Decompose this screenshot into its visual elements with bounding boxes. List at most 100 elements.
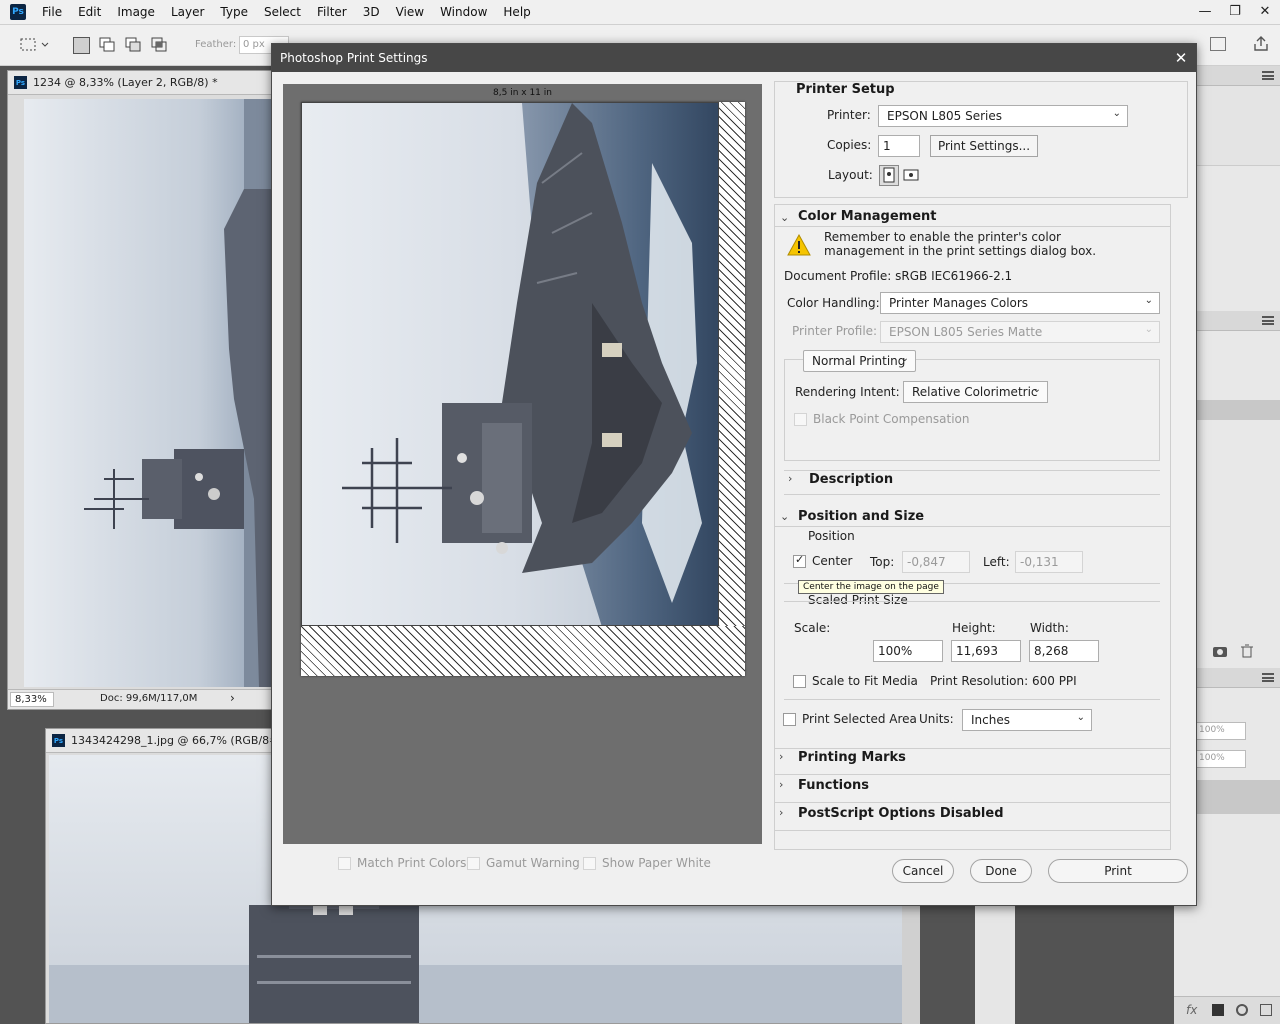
postscript-heading[interactable]: PostScript Options Disabled [798, 806, 1004, 821]
normal-printing-select[interactable]: Normal Printing ⌄ [803, 350, 916, 372]
close-icon[interactable]: ✕ [1174, 44, 1188, 72]
marquee-tool-icon[interactable] [20, 37, 49, 53]
printer-profile-select[interactable]: EPSON L805 Series Matte ⌄ [880, 321, 1160, 343]
show-paper-white-option[interactable]: Show Paper White [583, 856, 711, 870]
feather-label: Feather: [195, 39, 237, 50]
color-management-heading[interactable]: Color Management [798, 209, 937, 224]
print-button[interactable]: Print [1048, 859, 1188, 883]
print-settings-button[interactable]: Print Settings... [930, 135, 1038, 157]
chevron-right-icon[interactable]: › [788, 472, 792, 485]
opacity-field[interactable]: 100% [1196, 722, 1246, 740]
close-app-icon[interactable]: ✕ [1250, 0, 1280, 22]
match-print-colors-option[interactable]: Match Print Colors [338, 856, 466, 870]
portrait-layout-icon[interactable] [879, 165, 899, 186]
menu-layer[interactable]: Layer [163, 0, 212, 24]
copies-input[interactable]: 1 [878, 135, 920, 157]
rendering-intent-value: Relative Colorimetric [912, 385, 1038, 399]
preview-image[interactable] [301, 102, 719, 626]
scale-input[interactable]: 100% [873, 640, 943, 662]
document-tab[interactable]: Ps 1234 @ 8,33% (Layer 2, RGB/8) * [8, 71, 272, 95]
printing-marks-heading[interactable]: Printing Marks [798, 750, 906, 765]
menu-view[interactable]: View [388, 0, 432, 24]
done-button[interactable]: Done [970, 859, 1032, 883]
rendering-intent-select[interactable]: Relative Colorimetric ⌄ [903, 381, 1048, 403]
units-select[interactable]: Inches ⌄ [962, 709, 1092, 731]
document-canvas[interactable] [24, 99, 274, 687]
printer-value: EPSON L805 Series [887, 109, 1002, 123]
center-label: Center [812, 554, 853, 568]
print-selected-area-checkbox[interactable] [783, 712, 796, 726]
panel-menu-icon[interactable] [1262, 673, 1274, 682]
status-menu-chevron-icon[interactable]: › [230, 691, 235, 705]
chevron-down-icon[interactable]: ⌄ [780, 211, 789, 224]
print-resolution: Print Resolution: 600 PPI [930, 674, 1077, 688]
position-size-heading[interactable]: Position and Size [798, 509, 924, 524]
cancel-button[interactable]: Cancel [892, 859, 954, 883]
chevron-right-icon[interactable]: › [779, 778, 783, 791]
height-label: Height: [952, 621, 996, 635]
printer-select[interactable]: EPSON L805 Series ⌄ [878, 105, 1128, 127]
match-print-colors-checkbox[interactable] [338, 856, 351, 870]
scale-to-fit-option[interactable]: Scale to Fit Media [793, 674, 918, 688]
units-value: Inches [971, 713, 1010, 727]
share-icon[interactable] [1252, 35, 1270, 51]
color-handling-select[interactable]: Printer Manages Colors ⌄ [880, 292, 1160, 314]
chevron-right-icon[interactable]: › [779, 750, 783, 763]
add-mask-icon[interactable] [1212, 1004, 1224, 1016]
show-paper-white-checkbox[interactable] [583, 856, 596, 870]
fx-icon[interactable]: fx [1186, 1003, 1197, 1017]
menu-edit[interactable]: Edit [70, 0, 109, 24]
panel-menu-icon[interactable] [1262, 316, 1274, 325]
menu-3d[interactable]: 3D [355, 0, 388, 24]
fill-field[interactable]: 100% [1196, 750, 1246, 768]
minimize-icon[interactable]: — [1190, 0, 1220, 22]
delete-layer-icon[interactable] [1260, 1004, 1272, 1016]
description-heading[interactable]: Description [809, 472, 893, 487]
trash-icon[interactable] [1240, 644, 1254, 658]
add-to-selection-icon[interactable] [99, 37, 117, 53]
landscape-layout-icon[interactable] [902, 166, 920, 185]
menu-filter[interactable]: Filter [309, 0, 355, 24]
chevron-right-icon[interactable]: › [779, 806, 783, 819]
color-management-warning: Remember to enable the printer's color m… [824, 230, 1097, 258]
black-point-checkbox[interactable] [794, 412, 807, 426]
selected-layer-row[interactable] [1196, 780, 1280, 814]
scale-label: Scale: [794, 621, 831, 635]
copies-label: Copies: [827, 138, 872, 152]
settings-scrollbar[interactable] [1170, 204, 1188, 850]
menu-select[interactable]: Select [256, 0, 309, 24]
menu-help[interactable]: Help [495, 0, 538, 24]
print-selected-area-option[interactable]: Print Selected Area [783, 712, 917, 726]
camera-icon[interactable] [1212, 644, 1228, 658]
menu-window[interactable]: Window [432, 0, 495, 24]
width-input[interactable]: 8,268 [1029, 640, 1099, 662]
black-point-option[interactable]: Black Point Compensation [794, 412, 970, 426]
divider [774, 748, 1170, 749]
intersect-selection-icon[interactable] [151, 37, 169, 53]
gamut-warning-checkbox[interactable] [467, 856, 480, 870]
divider [774, 830, 1170, 831]
zoom-field[interactable]: 8,33% [10, 692, 54, 707]
top-input[interactable]: -0,847 [902, 551, 970, 573]
height-input[interactable]: 11,693 [951, 640, 1021, 662]
chevron-down-icon[interactable]: ⌄ [780, 510, 789, 523]
subtract-from-selection-icon[interactable] [125, 37, 143, 53]
center-checkbox[interactable] [793, 553, 806, 568]
menu-file[interactable]: File [34, 0, 70, 24]
functions-heading[interactable]: Functions [798, 778, 869, 793]
document-profile: Document Profile: sRGB IEC61966-2.1 [784, 269, 1013, 283]
menu-image[interactable]: Image [109, 0, 163, 24]
adjustment-layer-icon[interactable] [1236, 1004, 1248, 1016]
gamut-warning-option[interactable]: Gamut Warning [467, 856, 580, 870]
menu-type[interactable]: Type [212, 0, 256, 24]
divider [784, 699, 1160, 700]
panel-menu-icon[interactable] [1262, 71, 1274, 80]
left-input[interactable]: -0,131 [1015, 551, 1083, 573]
restore-icon[interactable]: ❐ [1220, 0, 1250, 22]
layers-footer: fx [1174, 996, 1280, 1024]
scale-to-fit-checkbox[interactable] [793, 674, 806, 688]
workspace-icon[interactable] [1210, 37, 1226, 51]
photoshop-logo-icon: Ps [10, 4, 26, 20]
new-selection-icon[interactable] [73, 37, 90, 54]
center-option[interactable]: Center [793, 553, 853, 568]
